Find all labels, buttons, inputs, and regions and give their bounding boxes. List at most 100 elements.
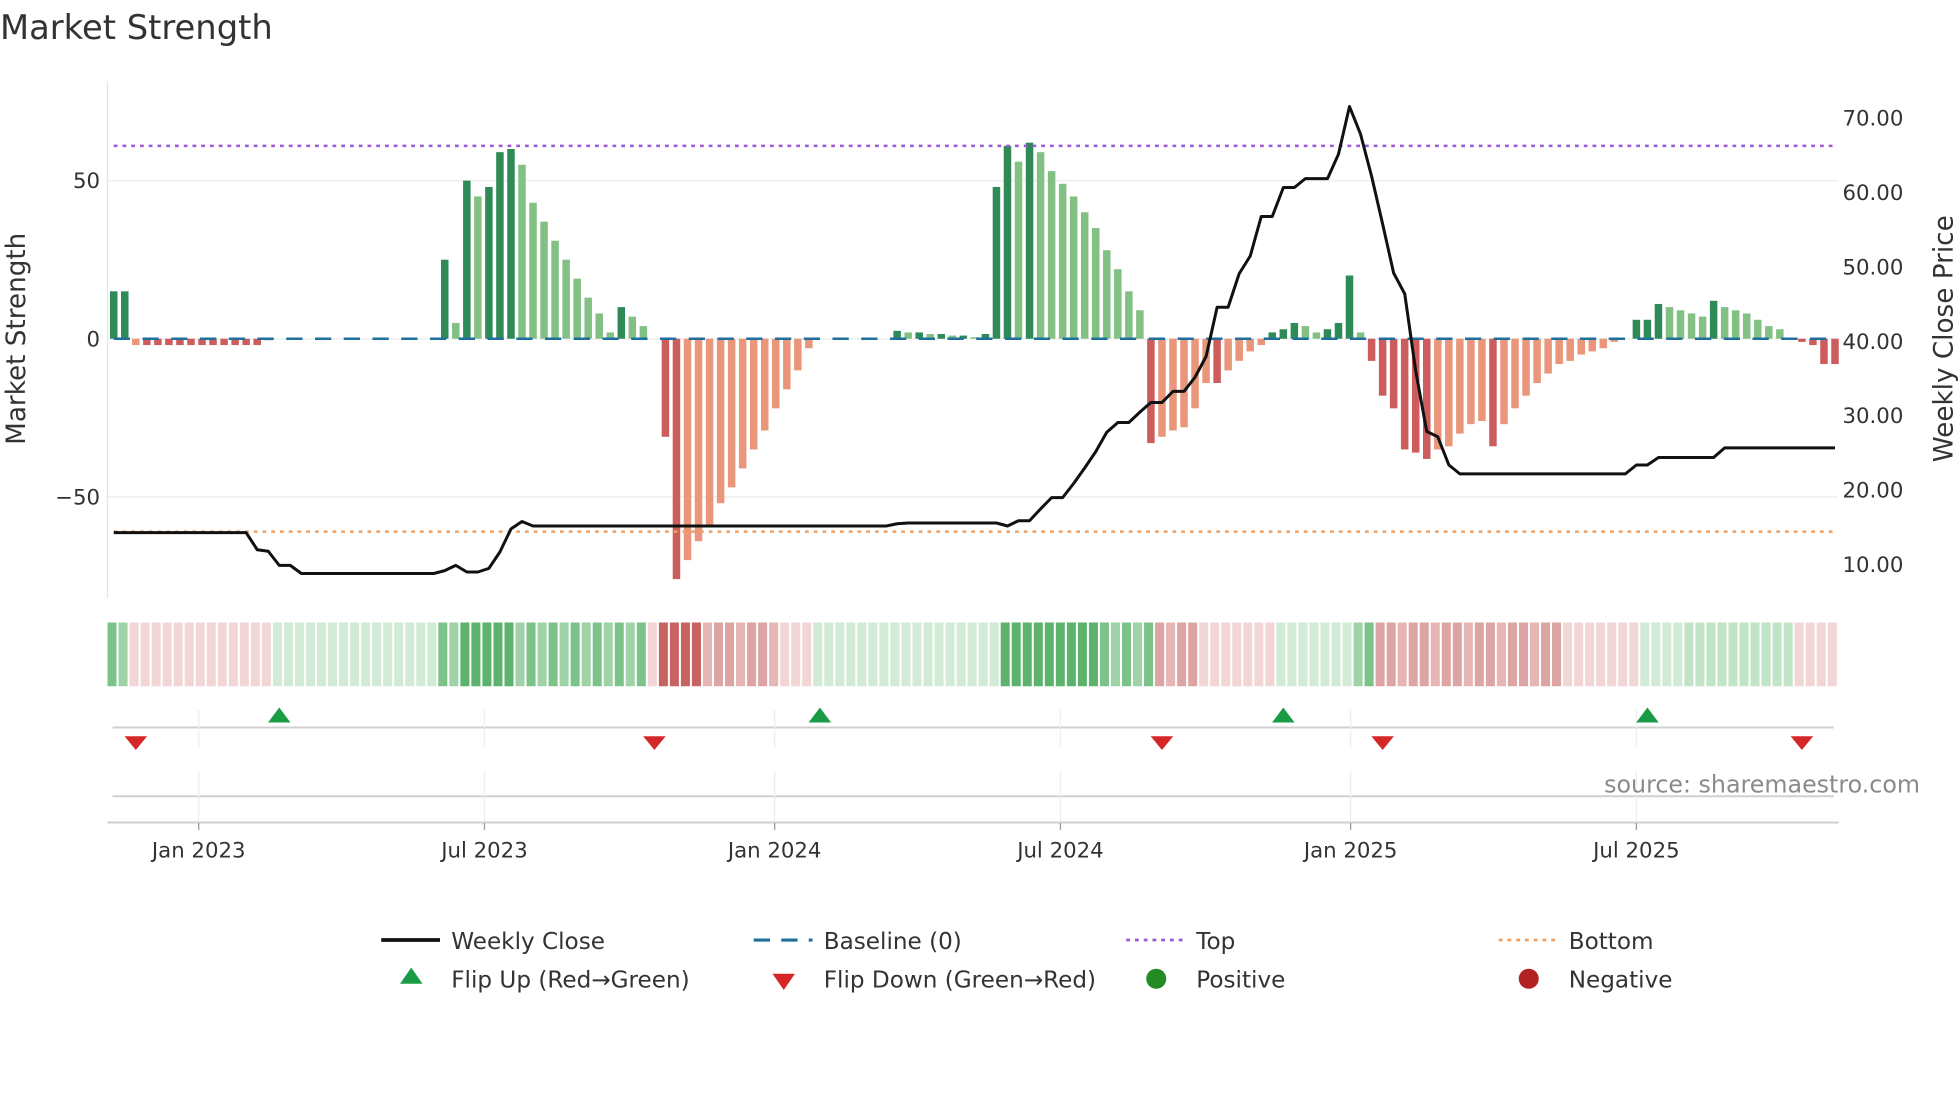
positive-bar [529, 202, 537, 339]
positive-bar [1279, 329, 1288, 339]
state-cell [1199, 622, 1209, 687]
y2-tick-label: 10.00 [1843, 553, 1904, 578]
state-cell [173, 622, 183, 687]
flip-down-marker [643, 736, 666, 750]
state-cell [813, 622, 823, 687]
negative-bar [805, 338, 813, 349]
state-cell [1706, 622, 1716, 687]
negative-bar [1180, 338, 1188, 428]
positive-bar [110, 291, 118, 339]
state-cell [1022, 622, 1032, 687]
state-cell [482, 622, 492, 687]
flip-markers [124, 707, 1814, 750]
positive-bar [1301, 326, 1310, 339]
state-cell [1221, 622, 1231, 687]
positive-bar [1643, 319, 1652, 339]
negative-bar [672, 338, 681, 580]
state-cell [1728, 622, 1738, 687]
negative-bar [1511, 338, 1519, 409]
legend-flip-down: Flip Down (Green→Red) [824, 968, 1096, 994]
positive-bar [617, 307, 626, 339]
state-cell [1463, 622, 1473, 687]
state-cell [669, 622, 679, 687]
negative-bar [716, 338, 725, 504]
positive-bar [1632, 319, 1641, 339]
state-cell [725, 622, 735, 687]
state-cell [1342, 622, 1352, 687]
negative-bar [1588, 338, 1597, 352]
flip-up-marker [1272, 707, 1295, 723]
negative-bar [132, 338, 140, 346]
state-cell [769, 622, 779, 687]
negative-bar [1467, 338, 1475, 425]
state-cell [118, 622, 128, 687]
positive-bar [540, 221, 548, 339]
state-cell [1298, 622, 1308, 687]
negative-bar [749, 338, 758, 450]
negative-bar [1489, 338, 1497, 447]
positive-bar [1125, 291, 1133, 339]
state-cell [603, 622, 613, 687]
legend-flip-up: Flip Up (Red→Green) [451, 968, 689, 994]
positive-bar [1312, 332, 1321, 339]
state-cell [636, 622, 646, 687]
positive-bar [1036, 152, 1045, 339]
legend-positive: Positive [1196, 968, 1285, 994]
positive-bar [639, 326, 648, 339]
state-cell [1033, 622, 1043, 687]
y2-tick-label: 50.00 [1843, 255, 1904, 280]
negative-bar [1831, 338, 1839, 365]
positive-bar [474, 196, 482, 339]
state-cell [967, 622, 977, 687]
state-cell [261, 622, 271, 687]
positive-bar [1080, 212, 1089, 339]
state-cell [328, 622, 338, 687]
state-cell [427, 622, 437, 687]
state-cell [658, 622, 668, 687]
positive-bar [507, 149, 515, 339]
positive-bar [595, 313, 603, 339]
state-cell [206, 622, 216, 687]
positive-bar [463, 180, 471, 339]
y2-tick-label: 40.00 [1843, 330, 1904, 355]
state-cell [1408, 622, 1418, 687]
positive-bar [584, 297, 592, 339]
state-cell [945, 622, 955, 687]
state-cell [1673, 622, 1683, 687]
legend-baseline: Baseline (0) [824, 929, 962, 955]
state-cell [1496, 622, 1506, 687]
x-tick-label: Jul 2023 [439, 839, 527, 864]
state-cell [824, 622, 834, 687]
y2-tick-label: 60.00 [1843, 181, 1904, 206]
state-cell [835, 622, 845, 687]
negative-bar [187, 338, 195, 346]
negative-bar [794, 338, 802, 371]
negative-bar [1158, 338, 1166, 437]
state-cell [1596, 622, 1606, 687]
state-cell [1750, 622, 1760, 687]
state-cell [868, 622, 878, 687]
state-cell [1254, 622, 1264, 687]
negative-bar [1533, 338, 1541, 384]
state-cell [1805, 622, 1815, 687]
legend: Weekly Close Baseline (0) Top Bottom Fli… [381, 929, 1672, 994]
state-cell [1430, 622, 1440, 687]
legend-negative: Negative [1569, 968, 1673, 994]
positive-bar [1091, 228, 1100, 339]
positive-bar [1754, 319, 1762, 339]
state-cell [239, 622, 249, 687]
state-cell [1563, 622, 1573, 687]
state-cell [1816, 622, 1826, 687]
negative-bar [694, 338, 703, 542]
state-cell [736, 622, 746, 687]
state-cell [1695, 622, 1705, 687]
state-cell [780, 622, 790, 687]
state-cell [1243, 622, 1253, 687]
state-cell [1651, 622, 1661, 687]
positive-bar [1323, 329, 1332, 339]
positive-bar [1058, 183, 1067, 339]
state-cell [1739, 622, 1749, 687]
state-cell [1309, 622, 1319, 687]
state-cell [1000, 622, 1010, 687]
state-cell [1585, 622, 1595, 687]
